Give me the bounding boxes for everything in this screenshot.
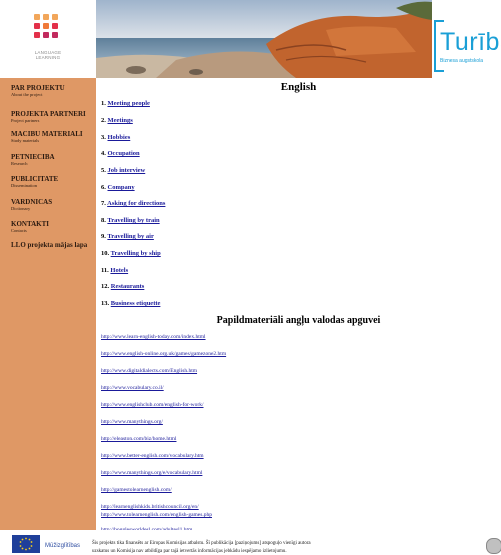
resources-title: Papildmateriāli angļu valodas apguvei <box>216 315 381 326</box>
sidebar-item-label: VARDNICAS <box>11 198 53 206</box>
sidebar-item-dictionary[interactable]: VARDNICAS Dictionary <box>11 198 52 211</box>
sidebar-item-about[interactable]: PAR PROJEKTU About the project <box>11 84 65 97</box>
program-logo-text: LANGUAGE LEARNING <box>34 50 62 60</box>
lesson-number: 7. <box>101 200 106 207</box>
resource-link[interactable]: http://www.manythings.org/ <box>101 419 163 425</box>
eu-program-label: Mūžizglītības <box>45 543 81 549</box>
lesson-link[interactable]: Travelling by ship <box>111 250 161 257</box>
sidebar-item-label: MACIBU MATERIALI <box>11 130 83 138</box>
resource-link[interactable]: http://learnenglishkids.britishcouncil.o… <box>101 504 199 510</box>
eu-flag-icon <box>12 535 40 553</box>
sidebar-item-label: PROJEKTA PARTNERI <box>11 110 86 118</box>
lesson-link[interactable]: Restaurants <box>111 283 145 290</box>
sidebar-item-label: PAR PROJEKTU <box>11 84 65 92</box>
lesson-item: 4. Occupation <box>101 150 140 157</box>
disclaimer-text: Šis projekts tika finansēts ar Eiropas K… <box>92 541 311 546</box>
resource-link[interactable]: http://gamestolearnenglish.com/ <box>101 487 172 493</box>
lesson-item: 9. Travelling by air <box>101 233 154 240</box>
sidebar-item-sublabel: Dictionary <box>11 206 31 211</box>
lesson-item: 3. Hobbies <box>101 134 130 141</box>
resource-link[interactable]: http://www.english-online.org.uk/games/g… <box>101 351 226 357</box>
university-tagline: Biznesa augstskola <box>440 58 484 64</box>
sidebar-item-label: PETNIECIBA <box>11 153 55 161</box>
lesson-item: 6. Company <box>101 184 135 191</box>
sidebar-item-partners[interactable]: PROJEKTA PARTNERI Project partners <box>11 110 86 123</box>
lesson-item: 1. Meeting people <box>101 100 150 107</box>
lesson-item: 13. Business etiquette <box>101 300 160 307</box>
lesson-number: 11. <box>101 267 109 274</box>
sidebar-item-sublabel: About the project <box>11 92 43 97</box>
sidebar-item-sublabel: Dissemination <box>11 183 37 188</box>
lesson-number: 12. <box>101 283 110 290</box>
lesson-link[interactable]: Occupation <box>108 150 140 157</box>
sidebar-item-study-materials[interactable]: MACIBU MATERIALI Study materials <box>11 130 83 143</box>
lesson-item: 7. Asking for directions <box>101 200 165 207</box>
banner-photo <box>96 0 432 78</box>
resource-link[interactable]: http://www.englishclub.com/english-for-w… <box>101 402 204 408</box>
lesson-item: 8. Travelling by train <box>101 217 160 224</box>
lesson-link[interactable]: Travelling by train <box>107 217 159 224</box>
lesson-link[interactable]: Hotels <box>110 267 128 274</box>
sidebar-item-dissemination[interactable]: PUBLICITATE Dissemination <box>11 175 58 188</box>
sidebar-item-sublabel: Research <box>11 161 28 166</box>
sidebar-item-label: KONTAKTI <box>11 220 49 228</box>
lesson-link[interactable]: Asking for directions <box>107 200 165 207</box>
lesson-link[interactable]: Travelling by air <box>107 233 153 240</box>
lesson-number: 1. <box>101 100 106 107</box>
license-icon <box>486 538 501 554</box>
lesson-number: 3. <box>101 134 106 141</box>
lesson-number: 9. <box>101 233 106 240</box>
lesson-number: 6. <box>101 184 106 191</box>
lesson-number: 8. <box>101 217 106 224</box>
lesson-item: 2. Meetings <box>101 117 133 124</box>
resource-link[interactable]: http://www.tolearnenglish.com/english-ga… <box>101 512 212 518</box>
lesson-link[interactable]: Meeting people <box>108 100 150 107</box>
sidebar-item-research[interactable]: PETNIECIBA Research <box>11 153 55 166</box>
sidebar-item-llo-homepage[interactable]: LLO projekta mājas lapa <box>11 241 87 249</box>
sidebar-item-label: LLO projekta mājas lapa <box>11 241 88 249</box>
program-logo-mark <box>34 14 60 44</box>
lesson-link[interactable]: Business etiquette <box>111 300 161 307</box>
sidebar-item-sublabel: Project partners <box>11 118 40 123</box>
resource-link[interactable]: http://www.learn-english-today.com/index… <box>101 334 206 340</box>
sidebar-item-label: PUBLICITATE <box>11 175 59 183</box>
sidebar-item-sublabel: Contacts <box>11 228 27 233</box>
resource-link[interactable]: http://eleaston.com/biz/home.html <box>101 436 176 442</box>
lesson-link[interactable]: Hobbies <box>108 134 131 141</box>
sidebar-item-sublabel: Study materials <box>11 138 40 143</box>
university-logo: Turība Biznesa augstskola <box>432 0 501 78</box>
sidebar: PAR PROJEKTU About the project PROJEKTA … <box>0 78 96 530</box>
lesson-link[interactable]: Job interview <box>108 167 146 174</box>
program-logo: LANGUAGE LEARNING <box>0 0 97 78</box>
resource-link[interactable]: http://www.digitaldialects.com/English.h… <box>101 368 197 374</box>
resource-link[interactable]: http://www.manythings.org/e/vocabulary.h… <box>101 470 202 476</box>
lesson-item: 12. Restaurants <box>101 283 144 290</box>
footer: Mūžizglītības Šis projekts tika finansēt… <box>0 530 501 555</box>
university-name: Turība <box>440 28 501 56</box>
lesson-number: 10. <box>101 250 110 257</box>
lesson-number: 13. <box>101 300 110 307</box>
resource-link[interactable]: http://www.vocabulary.co.il/ <box>101 385 164 391</box>
lesson-number: 4. <box>101 150 106 157</box>
sidebar-item-contacts[interactable]: KONTAKTI Contacts <box>11 220 49 233</box>
lesson-item: 5. Job interview <box>101 167 145 174</box>
page-title: English <box>280 81 317 93</box>
lesson-number: 2. <box>101 117 106 124</box>
lesson-link[interactable]: Meetings <box>108 117 133 124</box>
resource-link[interactable]: http://www.better-english.com/vocabulary… <box>101 453 204 459</box>
lesson-item: 11. Hotels <box>101 267 128 274</box>
lesson-link[interactable]: Company <box>108 184 135 191</box>
lesson-item: 10. Travelling by ship <box>101 250 161 257</box>
lesson-number: 5. <box>101 167 106 174</box>
disclaimer-text: uzskatus un Komisija nav atbildīga par t… <box>92 549 287 554</box>
